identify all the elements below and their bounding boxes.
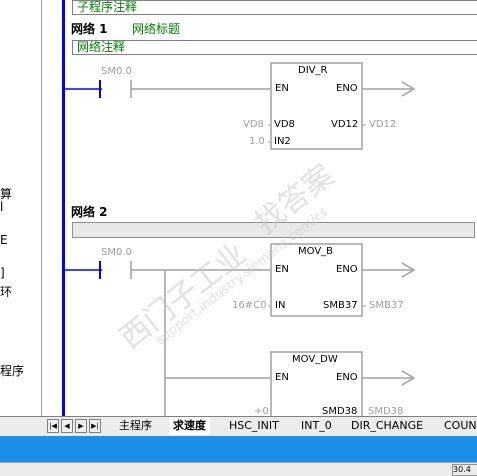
output-window-strip [0,436,477,462]
box-en: EN [275,264,289,275]
tab-coun[interactable]: COUN [440,417,477,435]
status-cell: 30.4 [452,464,477,476]
tab-dir-change[interactable]: DIR_CHANGE [347,417,427,435]
tab-hsc-init[interactable]: HSC_INIT [225,417,283,435]
first-tab-icon[interactable]: |◀ [47,419,59,433]
tab-speed[interactable]: 求速度 [169,417,210,435]
operand-out[interactable]: SMB37 [369,300,404,311]
box-in2: IN2 [274,136,291,147]
box-in1: VD8 [274,119,295,130]
box-name: MOV_DW [292,354,338,365]
pou-tab-bar: |◀ ◀ ▶ ▶| 主程序 求速度 HSC_INIT INT_0 DIR_CHA… [0,416,477,437]
operand-in2[interactable]: 1.0 [249,136,265,147]
status-bar: 30.4 [0,462,477,476]
tab-main[interactable]: 主程序 [115,417,156,435]
prev-tab-icon[interactable]: ◀ [61,419,73,433]
operand-in[interactable]: 16#C0 [232,300,266,311]
next-tab-icon[interactable]: ▶ [75,419,87,433]
box-in: IN [275,300,286,311]
box-eno: ENO [336,264,358,275]
box-name: DIV_R [298,65,328,76]
ladder-diagram: 西门子工业 找答案 support.industry.siemens.com/c… [65,62,416,416]
last-tab-icon[interactable]: ▶| [89,419,101,433]
watermark-text: 西门子工业 [113,236,253,356]
operand-out[interactable]: VD12 [369,119,396,130]
box-eno: ENO [336,372,358,383]
box-out: SMB37 [323,300,358,311]
box-name: MOV_B [298,246,334,257]
box-en: EN [275,83,289,94]
tab-int0[interactable]: INT_0 [297,417,336,435]
box-en: EN [275,372,289,383]
contact-label[interactable]: SM0.0 [101,66,132,77]
contact-label[interactable]: SM0.0 [101,247,132,258]
box-out: VD12 [331,119,359,130]
operand-in1[interactable]: VD8 [243,119,264,130]
box-eno: ENO [336,83,358,94]
